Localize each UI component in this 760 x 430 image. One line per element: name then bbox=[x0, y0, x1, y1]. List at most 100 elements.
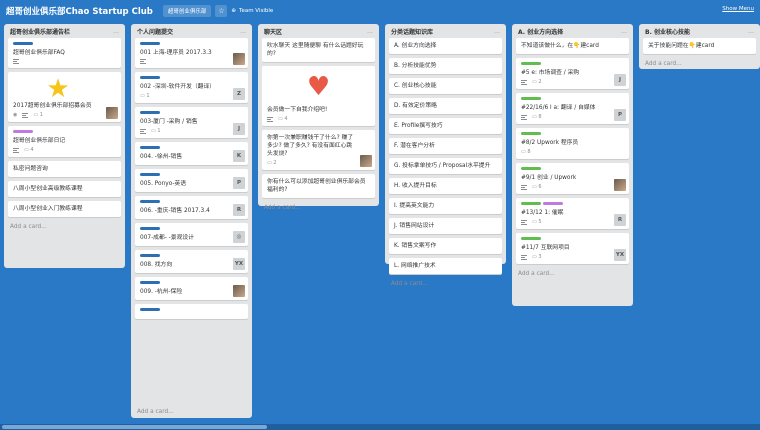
card-title: K. 销售文案写作 bbox=[394, 243, 437, 249]
list-card[interactable] bbox=[135, 304, 248, 319]
member-avatar[interactable]: J bbox=[233, 123, 245, 135]
list-card[interactable]: 006. -重庆-销售 2017.3.4 R bbox=[135, 196, 248, 219]
list-card[interactable]: 004. -徐州-销售 K bbox=[135, 142, 248, 165]
list-header: 超哥创业俱乐部通告栏 … bbox=[8, 24, 121, 38]
list-card[interactable]: K. 销售文案写作 bbox=[389, 238, 502, 254]
list-menu-icon[interactable]: … bbox=[367, 28, 373, 35]
add-card-link[interactable]: Add a card... bbox=[643, 58, 756, 70]
member-avatar[interactable]: P bbox=[233, 177, 245, 189]
list-card[interactable]: #22/16/6 l a: 翻译 / 自媒体 ▭ 8 P bbox=[516, 93, 629, 124]
comment-count: 2 bbox=[273, 160, 277, 166]
list-card[interactable]: 关于技能问题在👇建card bbox=[643, 38, 756, 54]
horizontal-scrollbar[interactable] bbox=[0, 424, 760, 430]
list-header: 分类话题知识库 … bbox=[389, 24, 502, 38]
member-avatar[interactable] bbox=[360, 155, 372, 167]
member-avatar[interactable] bbox=[614, 179, 626, 191]
visibility-button[interactable]: ⊕ Team Visible bbox=[231, 8, 273, 14]
add-card-link[interactable]: Add a card... bbox=[8, 221, 121, 233]
member-avatar[interactable]: YX bbox=[233, 258, 245, 270]
list-card[interactable]: ♥ 会员做一下自我介绍吧! ▭ 4 bbox=[262, 66, 375, 126]
list-card[interactable]: 你第一次兼职赚钱干了什么? 赚了多少? 做了多久? 有没有面红心跳头发烧? ▭ 2 bbox=[262, 130, 375, 170]
star-cover-icon: ★ bbox=[46, 74, 70, 104]
card-title: B. 分析技能优势 bbox=[394, 63, 437, 69]
list-card[interactable]: F. 潜在客户分析 bbox=[389, 138, 502, 154]
list-title[interactable]: 个人问题提交 bbox=[137, 27, 173, 36]
list-card[interactable]: 不知道该做什么，在👇建card bbox=[516, 38, 629, 54]
list-menu-icon[interactable]: … bbox=[621, 28, 627, 35]
list-title[interactable]: 超哥创业俱乐部通告栏 bbox=[10, 27, 70, 36]
list-menu-icon[interactable]: … bbox=[113, 28, 119, 35]
member-avatar[interactable]: R bbox=[233, 204, 245, 216]
member-avatar[interactable]: ◎ bbox=[233, 231, 245, 243]
list-menu-icon[interactable]: … bbox=[494, 28, 500, 35]
list-card[interactable]: #8/2 Upwork 程序员 ▭ 8 bbox=[516, 128, 629, 159]
list-card[interactable]: 超哥创业俱乐部日记 ▭ 4 bbox=[8, 126, 121, 157]
member-avatar[interactable]: J bbox=[614, 74, 626, 86]
member-avatar[interactable] bbox=[233, 53, 245, 65]
card-title: 008. 找方向 bbox=[140, 262, 173, 268]
card-title: 会员做一下自我介绍吧! bbox=[267, 107, 328, 113]
list-card[interactable]: #9/1 创业 / Upwork ▭ 6 bbox=[516, 163, 629, 194]
member-avatar[interactable]: Z bbox=[233, 88, 245, 100]
list-card[interactable]: 008. 找方向 YX bbox=[135, 250, 248, 273]
description-icon bbox=[521, 184, 527, 190]
list-card[interactable]: A. 创业方向选择 bbox=[389, 38, 502, 54]
add-card-link[interactable]: Add a card... bbox=[389, 278, 502, 290]
list-menu-icon[interactable]: … bbox=[748, 28, 754, 35]
list-card[interactable]: 005. Ponyo-英语 P bbox=[135, 169, 248, 192]
card-badges: ▭ 1 bbox=[140, 128, 230, 134]
list-card[interactable]: J. 销售网站设计 bbox=[389, 218, 502, 234]
list-card[interactable]: L. 网络推广技术 bbox=[389, 258, 502, 274]
list-card[interactable]: I. 提高英文能力 bbox=[389, 198, 502, 214]
list-card[interactable]: 003-厦门 -采购 / 销售 ▭ 1 J bbox=[135, 107, 248, 138]
member-avatar[interactable]: P bbox=[614, 109, 626, 121]
list-card[interactable]: 007-成都- -景观设计 ◎ bbox=[135, 223, 248, 246]
list-card[interactable]: ★ 2017超哥创业俱乐部招募会员 ◉ ▭ 1 bbox=[8, 72, 121, 122]
list-card[interactable]: C. 创业核心技能 bbox=[389, 78, 502, 94]
list-card[interactable]: 八周小型创业高级教练课程 bbox=[8, 181, 121, 197]
list-card[interactable]: 009. -杭州-保险 bbox=[135, 277, 248, 300]
card-title: 吹水聊天 这里随便聊 有什么话题好玩的? bbox=[267, 43, 364, 57]
list-card[interactable]: E. Profile撰写技巧 bbox=[389, 118, 502, 134]
card-badges: ▭ 5 bbox=[521, 219, 611, 225]
list-title[interactable]: A. 创业方向选择 bbox=[518, 27, 563, 36]
card-label bbox=[13, 42, 33, 45]
description-icon bbox=[22, 112, 29, 118]
list-menu-icon[interactable]: … bbox=[240, 28, 246, 35]
list-card[interactable]: G. 投标拿单技巧 / Proposal水平提升 bbox=[389, 158, 502, 174]
description-icon bbox=[521, 219, 527, 225]
list-card[interactable]: H. 收入提升目标 bbox=[389, 178, 502, 194]
list-title[interactable]: 聊天区 bbox=[264, 27, 282, 36]
list-card[interactable]: D. 有效定价策略 bbox=[389, 98, 502, 114]
list-card[interactable]: #11/7 互联网项目 ▭ 3 YX bbox=[516, 233, 629, 264]
member-avatar[interactable]: R bbox=[614, 214, 626, 226]
list-title[interactable]: B. 创业核心技能 bbox=[645, 27, 690, 36]
member-avatar[interactable] bbox=[106, 107, 118, 119]
member-avatar[interactable]: YX bbox=[614, 249, 626, 261]
star-icon[interactable]: ☆ bbox=[215, 4, 228, 17]
list-card[interactable]: 001 上海-理序员 2017.3.3 bbox=[135, 38, 248, 68]
scrollbar-thumb[interactable] bbox=[2, 425, 267, 429]
member-avatar[interactable] bbox=[233, 285, 245, 297]
card-labels bbox=[140, 308, 243, 315]
card-label bbox=[521, 237, 541, 240]
board-title[interactable]: 超哥创业俱乐部Chao Startup Club bbox=[6, 5, 153, 17]
add-card-link[interactable]: Add a card... bbox=[516, 268, 629, 280]
card-title: 2017超哥创业俱乐部招募会员 bbox=[13, 103, 92, 109]
list-title[interactable]: 分类话题知识库 bbox=[391, 27, 433, 36]
list-card[interactable]: B. 分析技能优势 bbox=[389, 58, 502, 74]
list-card[interactable]: 吹水聊天 这里随便聊 有什么话题好玩的? bbox=[262, 38, 375, 62]
list-card[interactable]: 002 -深圳-软件开发（翻译） ▭ 1 Z bbox=[135, 72, 248, 103]
list-card[interactable]: 你有什么可以添加超哥创业俱乐部会员福利的? bbox=[262, 174, 375, 198]
team-pill[interactable]: 超哥创业俱乐部 bbox=[162, 4, 212, 17]
list-card[interactable]: 超哥创业俱乐部FAQ bbox=[8, 38, 121, 68]
member-avatar[interactable]: K bbox=[233, 150, 245, 162]
add-card-link[interactable]: Add a card... bbox=[262, 202, 375, 214]
add-card-link[interactable]: Add a card... bbox=[135, 406, 248, 418]
list-card[interactable]: 八周小型创业入门教练课程 bbox=[8, 201, 121, 217]
list-card[interactable]: 私密问题咨询 bbox=[8, 161, 121, 177]
list-card[interactable]: #13/12 1: 催眠 ▭ 5 R bbox=[516, 198, 629, 229]
list-column: 分类话题知识库 … A. 创业方向选择 B. 分析技能优势 C. 创业核心技能 D. 有效… bbox=[385, 24, 506, 287]
show-menu-link[interactable]: Show Menu bbox=[722, 6, 754, 12]
list-card[interactable]: #5 e: 市场调查 / 采购 ▭ 2 J bbox=[516, 58, 629, 89]
